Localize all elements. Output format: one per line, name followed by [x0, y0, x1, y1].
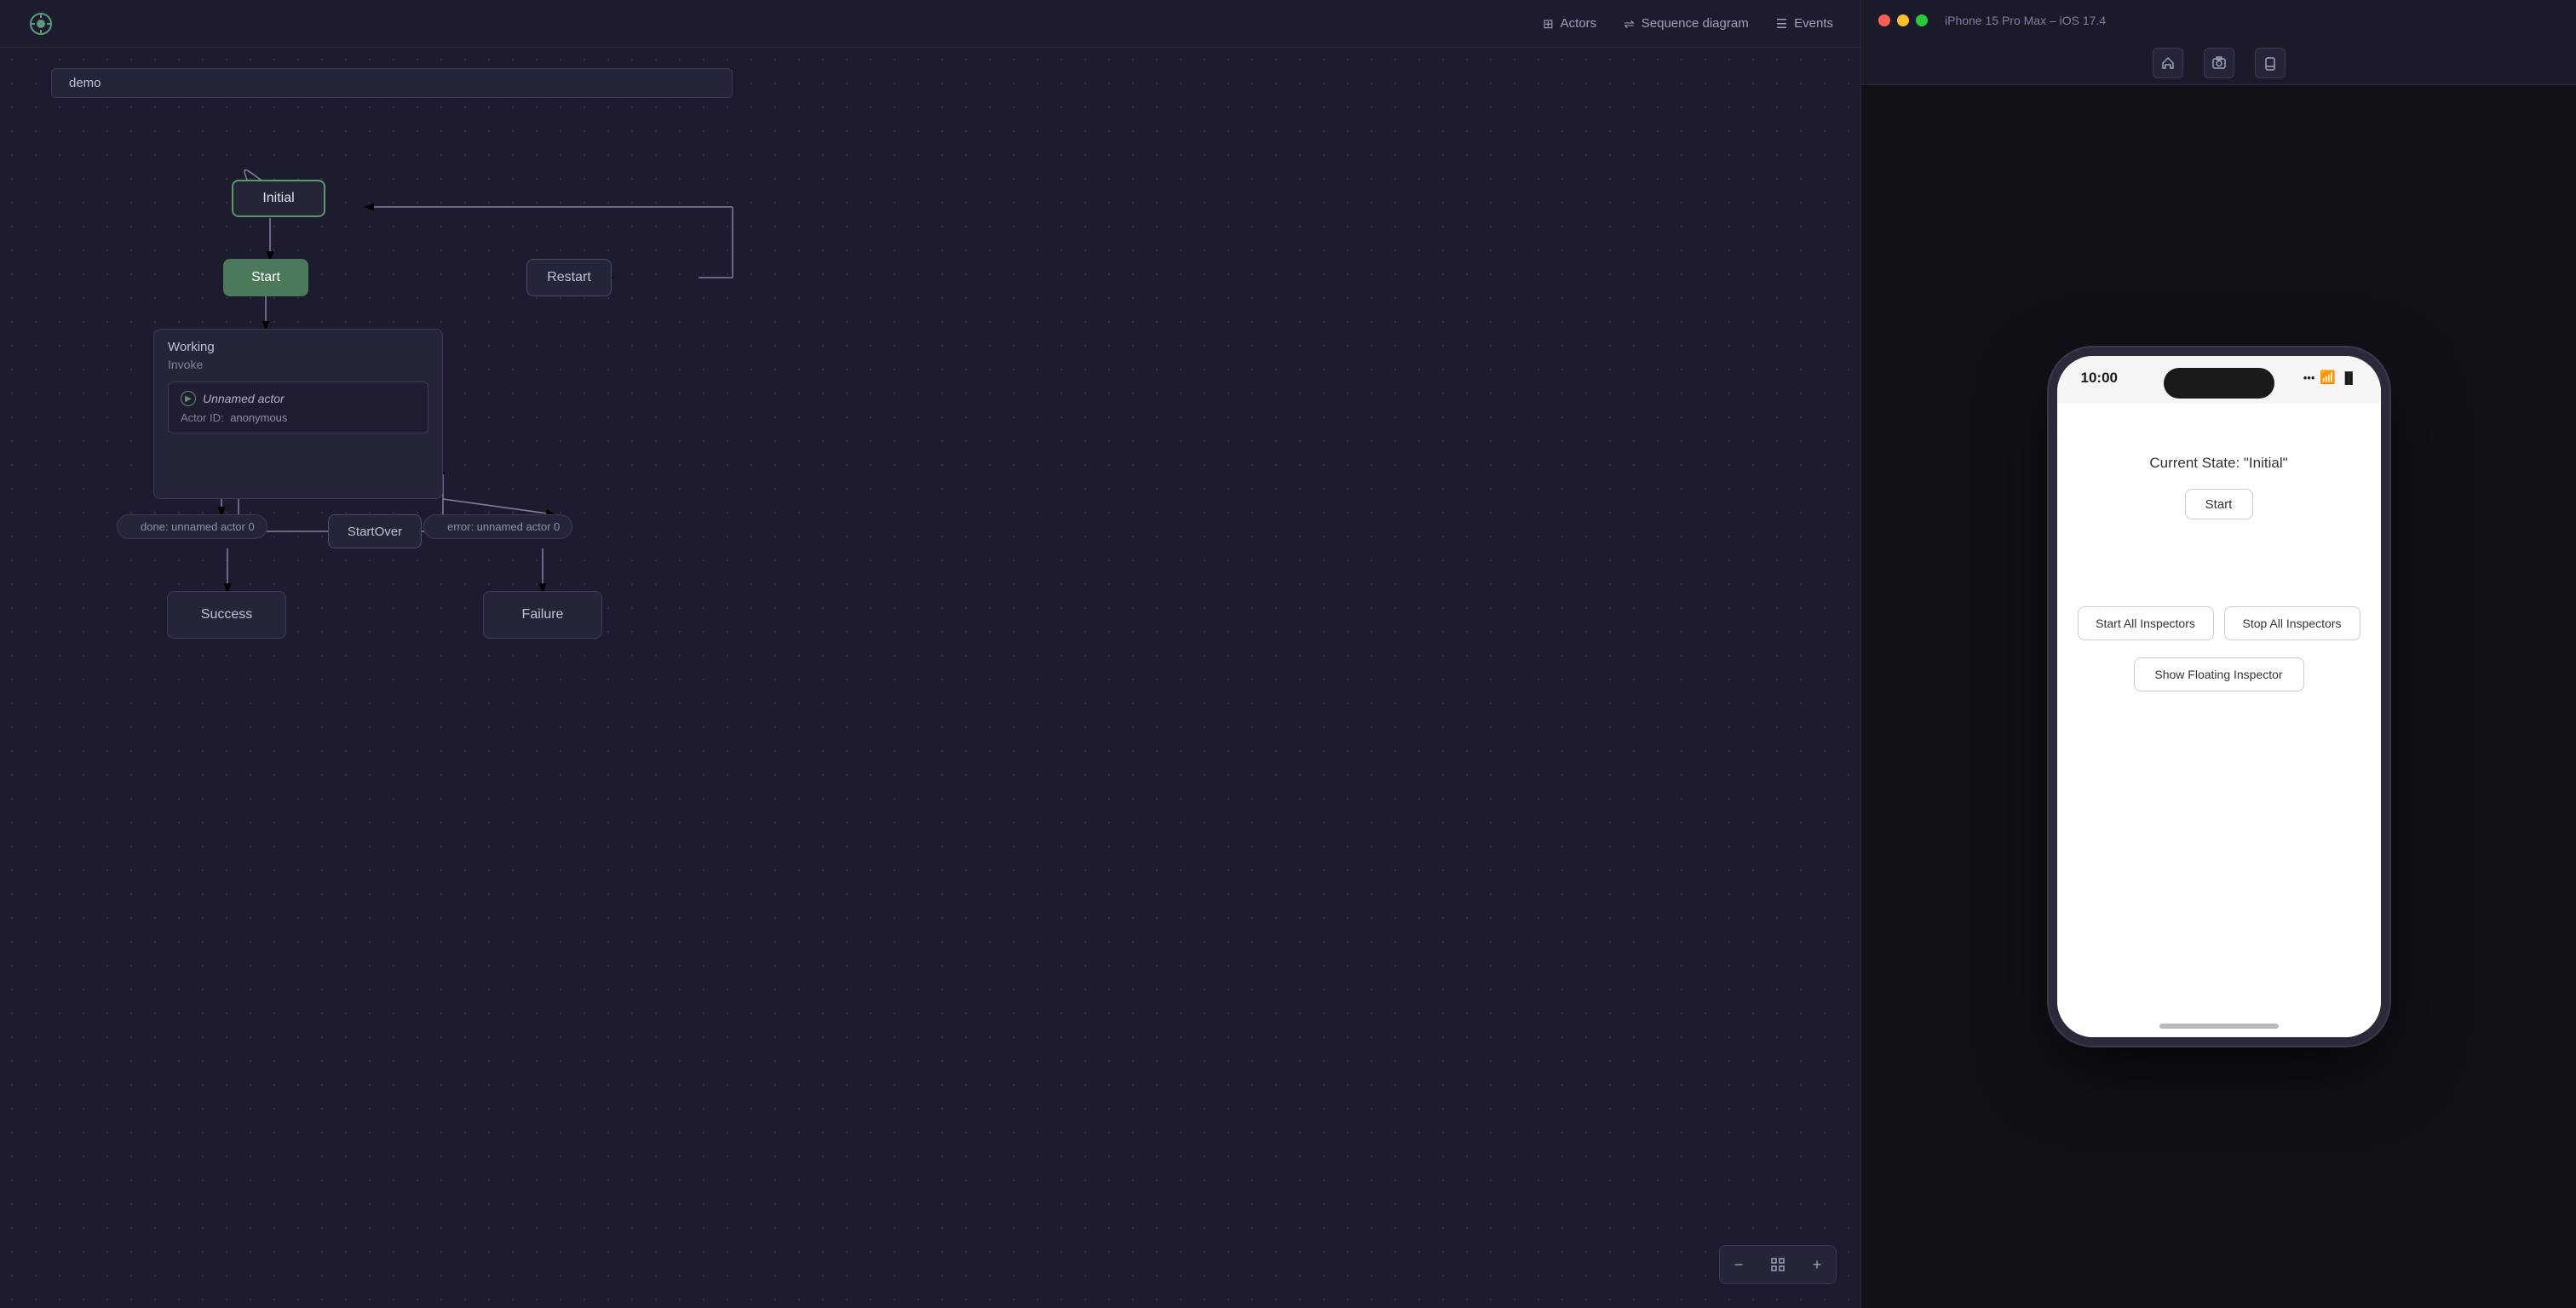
demo-label: demo	[51, 68, 733, 98]
phone-inspector-row: Start All Inspectors Stop All Inspectors	[2078, 606, 2360, 640]
phone-separator	[2078, 545, 2360, 546]
actor-id-row: Actor ID: anonymous	[181, 411, 416, 424]
done-dot	[129, 524, 135, 530]
node-success[interactable]: Success	[167, 591, 286, 639]
actor-id-key: Actor ID:	[181, 411, 224, 424]
actors-icon: ⊞	[1543, 16, 1554, 32]
home-button[interactable]	[2153, 48, 2183, 78]
status-time: 10:00	[2081, 370, 2118, 387]
top-nav: ⊞ Actors ⇌ Sequence diagram ☰ Events	[0, 0, 1860, 48]
nav-actors[interactable]: ⊞ Actors	[1543, 16, 1596, 32]
sequence-label: Sequence diagram	[1642, 16, 1749, 31]
nav-sequence[interactable]: ⇌ Sequence diagram	[1624, 16, 1749, 32]
screenshot-button[interactable]	[2204, 48, 2234, 78]
wifi-icon: 📶	[2320, 370, 2336, 385]
actor-name: Unnamed actor	[203, 392, 285, 405]
fit-button[interactable]	[1759, 1246, 1797, 1283]
rotate-button[interactable]	[2255, 48, 2286, 78]
traffic-light-yellow[interactable]	[1897, 14, 1909, 26]
nav-events[interactable]: ☰ Events	[1776, 16, 1833, 32]
events-icon: ☰	[1776, 16, 1787, 32]
start-all-inspectors-button[interactable]: Start All Inspectors	[2078, 606, 2214, 640]
phone-frame: 10:00 ••• 📶 ▐▌ Current State: "Initial" …	[2049, 347, 2389, 1046]
working-title: Working	[168, 340, 215, 354]
node-start[interactable]: Start	[223, 259, 308, 296]
invoke-label: Invoke	[168, 358, 203, 371]
zoom-in-button[interactable]: +	[1798, 1246, 1836, 1283]
signal-icon: •••	[2303, 371, 2315, 384]
stop-all-inspectors-button[interactable]: Stop All Inspectors	[2224, 606, 2360, 640]
phone-separator-2	[2078, 580, 2360, 581]
simulator-controls	[1861, 41, 2576, 85]
phone-start-button[interactable]: Start	[2185, 489, 2253, 519]
phone-island	[2164, 368, 2274, 399]
traffic-light-green[interactable]	[1916, 14, 1928, 26]
battery-icon: ▐▌	[2341, 371, 2356, 384]
actor-row: ▶ Unnamed actor	[181, 391, 416, 406]
events-label: Events	[1794, 16, 1833, 31]
error-dot	[436, 524, 442, 530]
zoom-controls: − +	[1719, 1245, 1837, 1284]
phone-wrapper: 10:00 ••• 📶 ▐▌ Current State: "Initial" …	[2032, 85, 2406, 1308]
nav-right: ⊞ Actors ⇌ Sequence diagram ☰ Events	[1543, 16, 1833, 32]
status-icons: ••• 📶 ▐▌	[2303, 370, 2357, 385]
phone-content: Current State: "Initial" Start Start All…	[2057, 404, 2381, 1037]
right-panel: iPhone 15 Pro Max – iOS 17.4	[1860, 0, 2576, 1308]
diagram-canvas[interactable]: demo	[0, 48, 1860, 1308]
actors-label: Actors	[1561, 16, 1597, 31]
actor-box: ▶ Unnamed actor Actor ID: anonymous	[168, 382, 428, 433]
show-floating-inspector-button[interactable]: Show Floating Inspector	[2134, 657, 2304, 691]
node-done-chip: done: unnamed actor 0	[117, 514, 267, 539]
actor-id-val: anonymous	[230, 411, 287, 424]
node-startover[interactable]: StartOver	[328, 514, 422, 548]
simulator-title: iPhone 15 Pro Max – iOS 17.4	[1945, 14, 2106, 27]
node-error-chip: error: unnamed actor 0	[423, 514, 572, 539]
sequence-icon: ⇌	[1624, 16, 1635, 32]
node-working: Working Invoke ▶ Unnamed actor Actor ID:…	[153, 329, 443, 499]
current-state-text: Current State: "Initial"	[2149, 455, 2287, 472]
left-panel: ⊞ Actors ⇌ Sequence diagram ☰ Events dem…	[0, 0, 1860, 1308]
node-failure[interactable]: Failure	[483, 591, 602, 639]
phone-home-indicator	[2159, 1024, 2279, 1029]
traffic-light-red[interactable]	[1878, 14, 1890, 26]
node-restart[interactable]: Restart	[526, 259, 612, 296]
app-logo[interactable]	[27, 10, 55, 37]
simulator-titlebar: iPhone 15 Pro Max – iOS 17.4	[1861, 0, 2576, 41]
actor-play-icon: ▶	[181, 391, 196, 406]
zoom-out-button[interactable]: −	[1720, 1246, 1757, 1283]
node-initial[interactable]: Initial	[232, 180, 325, 217]
